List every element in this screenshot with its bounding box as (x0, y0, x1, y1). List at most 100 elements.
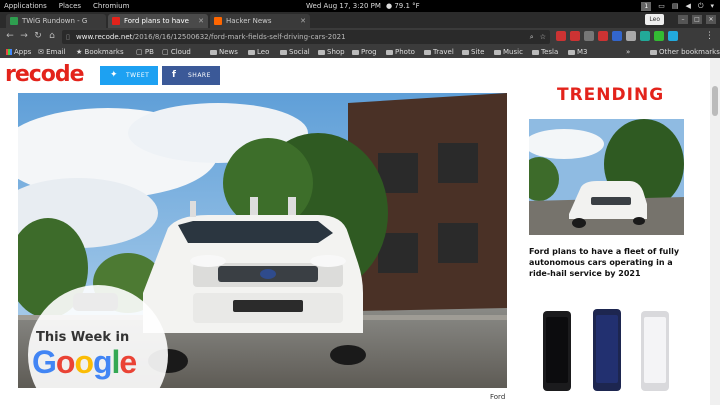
google-letter: g (92, 344, 113, 380)
folder-icon (352, 49, 359, 55)
bookmark-travel[interactable]: Travel (424, 46, 454, 58)
extension-icon[interactable] (584, 31, 594, 41)
bookmark-m3[interactable]: M3 (568, 46, 588, 58)
bookmark-pb[interactable]: ▢ PB (136, 46, 154, 58)
bookmark-label: Leo (257, 48, 270, 56)
bookmark-apps[interactable]: Apps (6, 46, 31, 58)
twig-overlay-line1: This Week in (36, 330, 130, 345)
tab-strip: TWiG Rundown - G Ford plans to have ✕ Ha… (0, 12, 720, 28)
bookmark-label: PB (144, 48, 154, 56)
extension-icon[interactable] (570, 31, 580, 41)
folder-icon (248, 49, 255, 55)
bookmark-site[interactable]: Site (462, 46, 484, 58)
menu-arrow-icon[interactable]: ▾ (710, 0, 714, 12)
zoom-icon[interactable]: ⌕ (530, 30, 534, 44)
recode-logo[interactable]: recode (5, 62, 85, 87)
bookmark-email[interactable]: ✉ Email (38, 46, 66, 58)
page-icon: ▢ (136, 48, 145, 56)
recode-favicon-icon (112, 17, 120, 25)
google-letter: o (74, 344, 94, 380)
facebook-share-button[interactable]: f SHARE (162, 66, 220, 85)
places-menu[interactable]: Places (59, 0, 81, 12)
bookmark-leo[interactable]: Leo (248, 46, 269, 58)
bookmark-label: Tesla (541, 48, 559, 56)
tab-hacker-news[interactable]: Hacker News ✕ (210, 14, 310, 28)
bookmark-label: Apps (14, 48, 32, 56)
volume-icon[interactable]: ◀ (686, 0, 691, 12)
bookmark-music[interactable]: Music (494, 46, 523, 58)
display-icon[interactable]: ▭ (658, 0, 665, 12)
chromium-menu[interactable]: Chromium (93, 0, 129, 12)
page-scrollbar[interactable] (710, 58, 720, 405)
extension-icons (556, 31, 678, 41)
bookmark-tesla[interactable]: Tesla (532, 46, 558, 58)
extension-icon[interactable] (598, 31, 608, 41)
network-icon[interactable]: ▤ (672, 0, 679, 12)
window-close-icon[interactable]: ✕ (706, 15, 716, 24)
folder-icon (210, 49, 217, 55)
bookmark-cloud[interactable]: ▢ Cloud (162, 46, 191, 58)
extension-icon[interactable] (556, 31, 566, 41)
weather-indicator[interactable]: ● 79.1 °F (386, 0, 420, 12)
trending-article-link[interactable]: Ford plans to have a fleet of fully auto… (529, 246, 689, 279)
extension-icon[interactable] (668, 31, 678, 41)
bookmark-label: Travel (433, 48, 454, 56)
phone-advertisement[interactable] (529, 303, 689, 403)
hero-caption: Ford (490, 393, 506, 401)
trending-thumbnail-photo (529, 119, 684, 235)
reload-icon[interactable]: ↻ (32, 31, 44, 41)
bookmark-news[interactable]: News (210, 46, 238, 58)
page-viewport: recode ✦ TWEET f SHARE This Week in Goog… (0, 58, 710, 405)
power-icon[interactable]: ⏻ (698, 0, 704, 12)
address-bar[interactable]: ▯ www.recode.net/2016/8/16/12500632/ford… (62, 30, 550, 44)
system-top-bar: Applications Places Chromium Wed Aug 17,… (0, 0, 720, 12)
scrollbar-thumb[interactable] (712, 86, 718, 116)
phone-ad-image (543, 309, 669, 391)
mail-icon: ✉ (38, 48, 47, 56)
bookmark-label: Site (471, 48, 485, 56)
extension-icon[interactable] (626, 31, 636, 41)
minimize-icon[interactable]: – (678, 15, 688, 24)
maximize-icon[interactable]: □ (692, 15, 702, 24)
bookmark-label: Music (503, 48, 523, 56)
folder-icon (568, 49, 575, 55)
workspace-indicator[interactable]: 1 (641, 2, 652, 11)
folder-icon (650, 49, 657, 55)
other-bookmarks[interactable]: Other bookmarks (650, 46, 720, 58)
folder-icon (424, 49, 431, 55)
folder-icon (532, 49, 539, 55)
close-icon[interactable]: ✕ (198, 14, 204, 28)
bookmark-shop[interactable]: Shop (318, 46, 345, 58)
folder-icon (494, 49, 501, 55)
bookmark-social[interactable]: Social (280, 46, 310, 58)
extension-icon[interactable] (640, 31, 650, 41)
forward-arrow-icon[interactable]: → (18, 31, 30, 41)
page-info-icon[interactable]: ▯ (66, 30, 70, 44)
bookmark-prog[interactable]: Prog (352, 46, 377, 58)
bookmark-label: Shop (327, 48, 345, 56)
bookmark-label: Email (46, 48, 66, 56)
bookmark-label: M3 (577, 48, 588, 56)
tab-label: Ford plans to have (124, 17, 189, 25)
trending-thumbnail[interactable] (529, 119, 684, 235)
bookmarks-overflow-icon[interactable]: » (626, 46, 630, 58)
tweet-button[interactable]: ✦ TWEET (100, 66, 158, 85)
url-host: www.recode.net (76, 33, 133, 41)
tab-ford-article[interactable]: Ford plans to have ✕ (108, 14, 208, 28)
bookmark-bookmarks[interactable]: ★ Bookmarks (76, 46, 124, 58)
hero-image[interactable]: This Week in Google (18, 93, 507, 388)
profile-button[interactable]: Leo (645, 14, 664, 25)
back-arrow-icon[interactable]: ← (4, 31, 16, 41)
bookmark-label: Bookmarks (84, 48, 124, 56)
extension-icon[interactable] (612, 31, 622, 41)
home-icon[interactable]: ⌂ (46, 31, 58, 41)
bookmark-star-icon[interactable]: ☆ (540, 30, 546, 44)
extension-icon[interactable] (654, 31, 664, 41)
applications-menu[interactable]: Applications (4, 0, 47, 12)
chrome-menu-icon[interactable]: ⋮ (705, 31, 714, 41)
tab-twig-rundown[interactable]: TWiG Rundown - G (6, 14, 106, 28)
clock[interactable]: Wed Aug 17, 3:20 PM (306, 0, 381, 12)
folder-icon (280, 49, 287, 55)
bookmark-photo[interactable]: Photo (386, 46, 415, 58)
close-icon[interactable]: ✕ (300, 14, 306, 28)
